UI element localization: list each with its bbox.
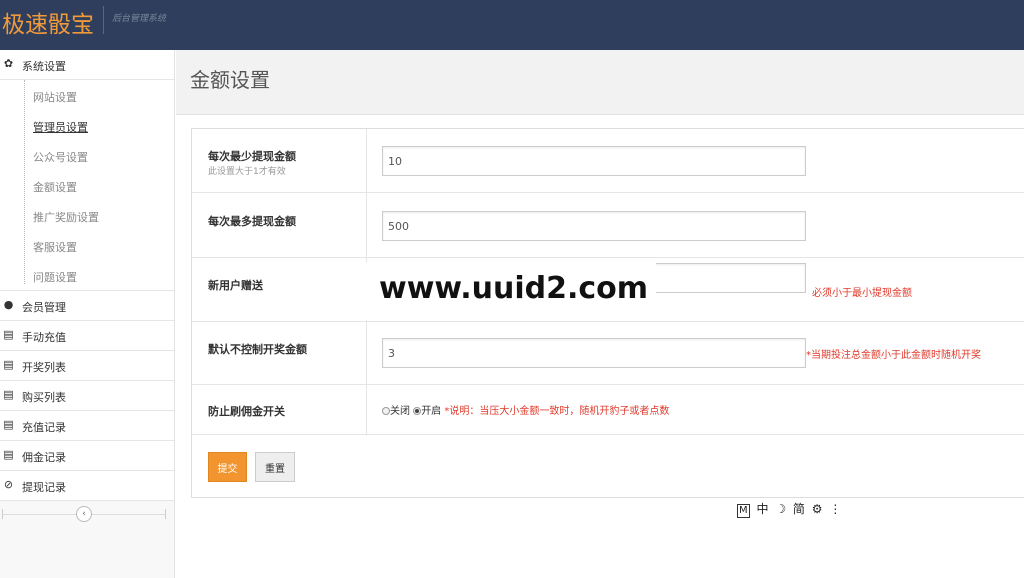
- sidebar-item-label: 公众号设置: [33, 151, 88, 164]
- sidebar-group-withdraw-records[interactable]: ⊘ 提现记录: [0, 471, 174, 501]
- default-uncontrolled-note: *当期投注总金额小于此金额时随机开奖: [806, 350, 981, 361]
- sidebar-item-question-settings[interactable]: 问题设置: [0, 260, 174, 290]
- new-user-gift-note: 必须小于最小提现金额: [812, 288, 912, 299]
- form-row-anti-commission: 防止刷佣金开关 关闭 开启 *说明：当压大小金额一致时，随机开豹子或者点数: [192, 385, 1024, 435]
- anti-commission-radio-group: 关闭 开启 *说明：当压大小金额一致时，随机开豹子或者点数: [382, 402, 669, 417]
- moon-icon[interactable]: ☽: [775, 502, 786, 516]
- radio-off[interactable]: [382, 407, 390, 415]
- field-label: 每次最多提现金额: [208, 215, 296, 228]
- sidebar-item-website-settings[interactable]: 网站设置: [0, 80, 174, 110]
- field-label: 新用户赠送: [208, 279, 263, 292]
- sidebar-collapse-row: ‹: [0, 501, 174, 531]
- sidebar-item-label: 管理员设置: [33, 121, 88, 134]
- sidebar-item-label: 客服设置: [33, 241, 77, 254]
- list-icon: ▤: [3, 448, 14, 461]
- sidebar-item-label: 网站设置: [33, 91, 77, 104]
- sidebar-group-label: 开奖列表: [22, 361, 66, 374]
- more-icon[interactable]: ⋮: [829, 502, 841, 516]
- ime-language-toggle[interactable]: 中: [756, 500, 768, 517]
- collapse-tick: [165, 509, 166, 519]
- form-row-default-uncontrolled: 默认不控制开奖金额 *当期投注总金额小于此金额时随机开奖: [192, 322, 1024, 385]
- sidebar-group-label: 手动充值: [22, 331, 66, 344]
- list-icon: ▤: [3, 388, 14, 401]
- ime-simplified-toggle[interactable]: 简: [793, 500, 805, 517]
- form-label-cell: 每次最少提现金额 此设置大于1才有效: [192, 129, 367, 192]
- form-row-max-withdraw: 每次最多提现金额: [192, 193, 1024, 258]
- submit-button[interactable]: 提交: [208, 452, 247, 482]
- sidebar-group-system-settings[interactable]: ✿ 系统设置: [0, 50, 174, 80]
- user-icon: ●: [3, 298, 14, 311]
- default-uncontrolled-input[interactable]: [382, 338, 806, 368]
- ban-icon: ⊘: [3, 478, 14, 491]
- sidebar-item-customer-service-settings[interactable]: 客服设置: [0, 230, 174, 260]
- sidebar-group-label: 系统设置: [22, 60, 66, 73]
- list-icon: ▤: [3, 418, 14, 431]
- sidebar-group-label: 会员管理: [22, 301, 66, 314]
- watermark-text: www.uuid2.com: [366, 262, 656, 320]
- sidebar-item-official-account-settings[interactable]: 公众号设置: [0, 140, 174, 170]
- field-hint: 此设置大于1才有效: [208, 167, 286, 177]
- form-label-cell: 默认不控制开奖金额: [192, 322, 367, 384]
- sidebar-item-amount-settings[interactable]: 金额设置: [0, 170, 174, 200]
- field-label: 默认不控制开奖金额: [208, 343, 307, 356]
- brand-logo[interactable]: 极速骰宝: [2, 5, 94, 39]
- page-title: 金额设置: [190, 68, 270, 92]
- ime-toolbar: M 中 ☽ 简 ⚙ ⋮: [737, 500, 844, 518]
- max-withdraw-input[interactable]: [382, 211, 806, 241]
- sidebar-group-purchase-list[interactable]: ▤ 购买列表: [0, 381, 174, 411]
- sidebar: ✿ 系统设置 网站设置 管理员设置 公众号设置 金额设置 推广奖励设置 客服设置…: [0, 50, 175, 578]
- form-label-cell: 防止刷佣金开关: [192, 385, 367, 434]
- ime-mode-icon[interactable]: M: [737, 504, 750, 518]
- sidebar-collapse-button[interactable]: ‹: [76, 506, 92, 522]
- min-withdraw-input[interactable]: [382, 146, 806, 176]
- gear-icon[interactable]: ⚙: [812, 502, 823, 516]
- radio-off-label: 关闭: [390, 406, 410, 417]
- brand-subtitle: 后台管理系统: [112, 14, 167, 24]
- chevron-left-icon: ‹: [82, 509, 86, 519]
- sidebar-group-recharge-records[interactable]: ▤ 充值记录: [0, 411, 174, 441]
- gear-icon: ✿: [3, 57, 14, 70]
- form-label-cell: 新用户赠送: [192, 258, 367, 321]
- page-header: 金额设置: [176, 50, 1024, 115]
- list-icon: ▤: [3, 358, 14, 371]
- sidebar-group-label: 佣金记录: [22, 451, 66, 464]
- sidebar-item-admin-settings[interactable]: 管理员设置: [0, 110, 174, 140]
- field-label: 每次最少提现金额: [208, 150, 296, 163]
- anti-commission-note: *说明：当压大小金额一致时，随机开豹子或者点数: [444, 406, 670, 417]
- sidebar-submenu-settings: 网站设置 管理员设置 公众号设置 金额设置 推广奖励设置 客服设置 问题设置: [0, 80, 174, 291]
- sidebar-group-label: 提现记录: [22, 481, 66, 494]
- sidebar-item-label: 金额设置: [33, 181, 77, 194]
- sidebar-item-label: 推广奖励设置: [33, 211, 99, 224]
- sidebar-group-label: 购买列表: [22, 391, 66, 404]
- form-row-min-withdraw: 每次最少提现金额 此设置大于1才有效: [192, 129, 1024, 193]
- sidebar-group-draw-list[interactable]: ▤ 开奖列表: [0, 351, 174, 381]
- sidebar-group-commission-records[interactable]: ▤ 佣金记录: [0, 441, 174, 471]
- sidebar-item-referral-reward-settings[interactable]: 推广奖励设置: [0, 200, 174, 230]
- list-icon: ▤: [3, 328, 14, 341]
- reset-button[interactable]: 重置: [255, 452, 295, 482]
- collapse-tick: [2, 509, 3, 519]
- radio-on-label: 开启: [421, 406, 442, 417]
- sidebar-group-members[interactable]: ● 会员管理: [0, 291, 174, 321]
- sidebar-item-label: 问题设置: [33, 271, 77, 284]
- sidebar-group-manual-recharge[interactable]: ▤ 手动充值: [0, 321, 174, 351]
- radio-on[interactable]: [413, 407, 422, 415]
- form-label-cell: 每次最多提现金额: [192, 193, 367, 257]
- brand-divider: [103, 6, 104, 34]
- field-label: 防止刷佣金开关: [208, 405, 285, 418]
- top-bar: 极速骰宝 后台管理系统: [0, 0, 1024, 50]
- sidebar-group-label: 充值记录: [22, 421, 66, 434]
